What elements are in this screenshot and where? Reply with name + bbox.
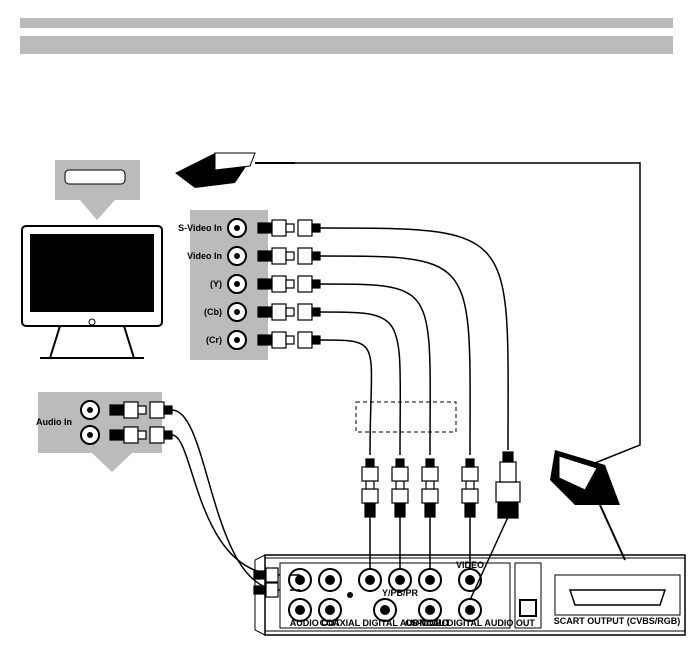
tv-rear-panel: S-Video In Video In (Y) (Cb) (Cr): [178, 210, 268, 360]
scart-plug-top: [175, 153, 295, 188]
svg-text:SCART OUTPUT (CVBS/RGB): SCART OUTPUT (CVBS/RGB): [554, 616, 681, 626]
wiring-diagram: S-Video In Video In (Y) (Cb) (Cr): [0, 0, 693, 649]
scart-plug-bottom: [550, 450, 625, 560]
cb-label: (Cb): [204, 307, 222, 317]
y-label: (Y): [210, 279, 222, 289]
scart-block: [55, 160, 140, 220]
svideo-label: S-Video In: [178, 223, 222, 233]
tv-monitor: [22, 226, 162, 358]
video-label: Video In: [187, 251, 222, 261]
svg-text:OPTICAL DIGITAL AUDIO OUT: OPTICAL DIGITAL AUDIO OUT: [405, 618, 535, 628]
audio-label: Audio In: [36, 417, 72, 427]
svg-text:Y/PB/PR: Y/PB/PR: [382, 588, 419, 598]
cr-label: (Cr): [206, 335, 222, 345]
